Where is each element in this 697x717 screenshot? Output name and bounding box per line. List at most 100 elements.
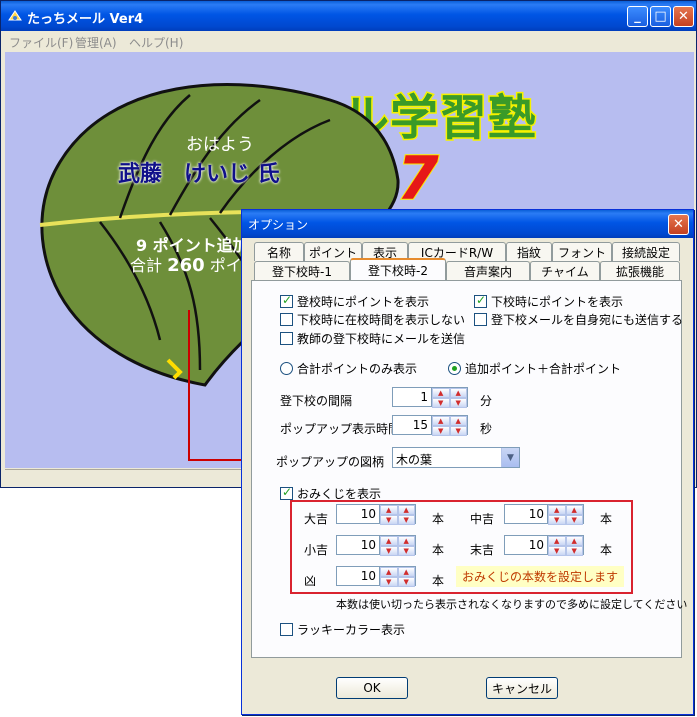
spin-down-icon[interactable]: ▼	[397, 515, 415, 525]
checkbox[interactable]: ✓	[280, 293, 293, 308]
check-hide-stay-time[interactable]: 下校時に在校時間を表示しない	[280, 311, 465, 328]
omikuji-chukichi-spinner[interactable]: 10 ▲ ▼ ▲ ▼	[504, 504, 584, 525]
check-label: 登校時にポイントを表示	[297, 295, 430, 309]
check-show-points-arrival[interactable]: ✓ 登校時にポイントを表示	[280, 293, 429, 310]
check-label: 下校時に在校時間を表示しない	[297, 313, 466, 327]
tab-extension[interactable]: 拡張機能	[600, 261, 680, 280]
tab-connection[interactable]: 接続設定	[612, 242, 680, 261]
chevron-down-icon[interactable]: ▼	[501, 448, 519, 467]
checkmark-icon: ✓	[282, 485, 293, 499]
check-show-points-leaving[interactable]: ✓ 下校時にポイントを表示	[474, 293, 623, 310]
checkmark-icon: ✓	[282, 293, 293, 307]
radio-added-and-total[interactable]: 追加ポイント＋合計ポイント	[448, 360, 621, 377]
omikuji-suekichi-spinner[interactable]: 10 ▲ ▼ ▲ ▼	[504, 535, 584, 556]
check-mail-self[interactable]: 登下校メールを自身宛にも送信する	[474, 311, 683, 328]
spin-down-icon[interactable]: ▼	[565, 546, 583, 556]
popup-time-label: ポップアップ表示時間	[280, 422, 401, 436]
spin-down-icon[interactable]: ▼	[548, 546, 566, 556]
radio-button[interactable]	[280, 362, 293, 375]
popup-design-select[interactable]: 木の葉 ▼	[392, 447, 520, 468]
tab-attendance-1[interactable]: 登下校時-1	[254, 261, 350, 280]
checkbox[interactable]	[474, 313, 487, 326]
spin-up-icon[interactable]: ▲	[397, 567, 415, 577]
spin-up-icon[interactable]: ▲	[380, 536, 398, 546]
cancel-button[interactable]: キャンセル	[486, 677, 558, 699]
radio-total-only[interactable]: 合計ポイントのみ表示	[280, 360, 417, 377]
interval-value[interactable]: 1	[392, 387, 432, 407]
spin-up-icon[interactable]: ▲	[397, 536, 415, 546]
spin-up-icon[interactable]: ▲	[548, 505, 566, 515]
check-mail-teacher[interactable]: 教師の登下校時にメールを送信	[280, 330, 465, 347]
interval-spinner[interactable]: 1 ▲ ▼ ▲ ▼	[392, 387, 468, 408]
check-label: 登下校メールを自身宛にも送信する	[491, 313, 684, 327]
spin-up-icon[interactable]: ▲	[380, 505, 398, 515]
omikuji-unit: 本	[432, 574, 445, 588]
spinner-arrows[interactable]: ▲ ▼ ▲ ▼	[432, 415, 468, 436]
checkbox[interactable]	[280, 623, 293, 636]
spin-down-icon[interactable]: ▼	[380, 515, 398, 525]
ok-button[interactable]: OK	[336, 677, 408, 699]
tab-voice-guide[interactable]: 音声案内	[446, 261, 530, 280]
spin-down-icon[interactable]: ▼	[432, 426, 450, 436]
spin-up-icon[interactable]: ▲	[432, 416, 450, 426]
omikuji-value[interactable]: 10	[336, 535, 380, 555]
popup-time-spinner[interactable]: 15 ▲ ▼ ▲ ▼	[392, 415, 468, 436]
omikuji-shokichi-spinner[interactable]: 10 ▲ ▼ ▲ ▼	[336, 535, 416, 556]
spin-down-icon[interactable]: ▼	[397, 577, 415, 587]
omikuji-name: 凶	[304, 574, 317, 588]
checkbox[interactable]: ✓	[280, 485, 293, 500]
radio-button[interactable]	[448, 362, 461, 375]
dialog-close-button[interactable]: ✕	[668, 214, 689, 235]
spin-up-icon[interactable]: ▲	[548, 536, 566, 546]
spin-up-icon[interactable]: ▲	[432, 388, 450, 398]
omikuji-unit: 本	[432, 543, 445, 557]
spinner-arrows[interactable]: ▲ ▼ ▲ ▼	[380, 504, 416, 525]
spinner-arrows[interactable]: ▲ ▼ ▲ ▼	[380, 535, 416, 556]
omikuji-value[interactable]: 10	[504, 535, 548, 555]
omikuji-kyo-spinner[interactable]: 10 ▲ ▼ ▲ ▼	[336, 566, 416, 587]
radio-label: 合計ポイントのみ表示	[297, 362, 418, 376]
check-lucky-color[interactable]: ラッキーカラー表示	[280, 621, 405, 638]
leaf-points-total: 合計 260 ポイ	[130, 252, 242, 276]
spin-up-icon[interactable]: ▲	[565, 536, 583, 546]
spin-up-icon[interactable]: ▲	[380, 567, 398, 577]
spin-up-icon[interactable]: ▲	[449, 388, 467, 398]
omikuji-note: 本数は使い切ったら表示されなくなりますので多めに設定してください	[336, 598, 688, 611]
spinner-arrows[interactable]: ▲ ▼ ▲ ▼	[432, 387, 468, 408]
spin-down-icon[interactable]: ▼	[449, 426, 467, 436]
spin-down-icon[interactable]: ▼	[548, 515, 566, 525]
spin-down-icon[interactable]: ▼	[565, 515, 583, 525]
spin-up-icon[interactable]: ▲	[565, 505, 583, 515]
spinner-arrows[interactable]: ▲ ▼ ▲ ▼	[548, 535, 584, 556]
close-icon: ✕	[673, 217, 684, 232]
omikuji-value[interactable]: 10	[336, 504, 380, 524]
omikuji-name: 小吉	[304, 543, 329, 557]
tab-fingerprint[interactable]: 指紋	[506, 242, 552, 261]
dialog-title-bar[interactable]: オプション ✕	[242, 210, 693, 238]
popup-time-value[interactable]: 15	[392, 415, 432, 435]
spin-up-icon[interactable]: ▲	[397, 505, 415, 515]
omikuji-value[interactable]: 10	[336, 566, 380, 586]
omikuji-daikichi-spinner[interactable]: 10 ▲ ▼ ▲ ▼	[336, 504, 416, 525]
omikuji-unit: 本	[600, 543, 613, 557]
tab-attendance-2[interactable]: 登下校時-2	[350, 258, 446, 280]
tab-chime[interactable]: チャイム	[530, 261, 600, 280]
checkbox[interactable]	[280, 313, 293, 326]
checkbox[interactable]: ✓	[474, 293, 487, 308]
spin-down-icon[interactable]: ▼	[432, 398, 450, 408]
spin-down-icon[interactable]: ▼	[397, 546, 415, 556]
popup-time-unit: 秒	[480, 422, 493, 436]
spin-down-icon[interactable]: ▼	[449, 398, 467, 408]
interval-label: 登下校の間隔	[280, 394, 353, 408]
spin-down-icon[interactable]: ▼	[380, 577, 398, 587]
omikuji-value[interactable]: 10	[504, 504, 548, 524]
spinner-arrows[interactable]: ▲ ▼ ▲ ▼	[380, 566, 416, 587]
checkbox[interactable]	[280, 332, 293, 345]
tab-name[interactable]: 名称	[254, 242, 304, 261]
spin-up-icon[interactable]: ▲	[449, 416, 467, 426]
options-dialog: オプション ✕ 名称 ポイント 表示 ICカードR/W 指紋 フォント 接続設定…	[241, 209, 694, 715]
spin-down-icon[interactable]: ▼	[380, 546, 398, 556]
omikuji-hint: おみくじの本数を設定します	[456, 566, 625, 587]
tab-font[interactable]: フォント	[552, 242, 612, 261]
spinner-arrows[interactable]: ▲ ▼ ▲ ▼	[548, 504, 584, 525]
